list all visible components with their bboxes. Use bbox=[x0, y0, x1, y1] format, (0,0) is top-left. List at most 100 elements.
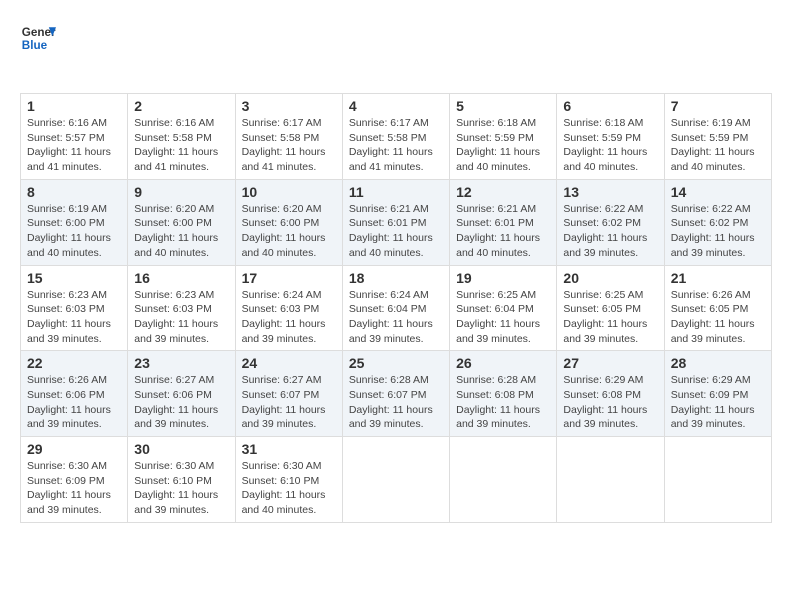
day-number: 24 bbox=[242, 355, 336, 371]
day-cell-22: 22 Sunrise: 6:26 AM Sunset: 6:06 PM Dayl… bbox=[21, 351, 128, 437]
week-row-4: 22 Sunrise: 6:26 AM Sunset: 6:06 PM Dayl… bbox=[21, 351, 772, 437]
day-info: Sunrise: 6:18 AM Sunset: 5:59 PM Dayligh… bbox=[563, 116, 657, 175]
day-info: Sunrise: 6:16 AM Sunset: 5:57 PM Dayligh… bbox=[27, 116, 121, 175]
day-info: Sunrise: 6:17 AM Sunset: 5:58 PM Dayligh… bbox=[349, 116, 443, 175]
header-row: SundayMondayTuesdayWednesdayThursdayFrid… bbox=[21, 66, 772, 94]
day-info: Sunrise: 6:23 AM Sunset: 6:03 PM Dayligh… bbox=[134, 288, 228, 347]
day-number: 23 bbox=[134, 355, 228, 371]
day-cell-17: 17 Sunrise: 6:24 AM Sunset: 6:03 PM Dayl… bbox=[235, 265, 342, 351]
day-number: 27 bbox=[563, 355, 657, 371]
column-header-sunday: Sunday bbox=[21, 66, 128, 94]
empty-cell bbox=[557, 437, 664, 523]
day-cell-14: 14 Sunrise: 6:22 AM Sunset: 6:02 PM Dayl… bbox=[664, 179, 771, 265]
day-number: 6 bbox=[563, 98, 657, 114]
day-info: Sunrise: 6:30 AM Sunset: 6:09 PM Dayligh… bbox=[27, 459, 121, 518]
week-row-2: 8 Sunrise: 6:19 AM Sunset: 6:00 PM Dayli… bbox=[21, 179, 772, 265]
logo: General Blue bbox=[20, 20, 56, 56]
day-number: 21 bbox=[671, 270, 765, 286]
day-number: 19 bbox=[456, 270, 550, 286]
day-cell-7: 7 Sunrise: 6:19 AM Sunset: 5:59 PM Dayli… bbox=[664, 94, 771, 180]
day-info: Sunrise: 6:25 AM Sunset: 6:05 PM Dayligh… bbox=[563, 288, 657, 347]
day-number: 22 bbox=[27, 355, 121, 371]
day-number: 13 bbox=[563, 184, 657, 200]
day-number: 12 bbox=[456, 184, 550, 200]
day-number: 3 bbox=[242, 98, 336, 114]
day-cell-20: 20 Sunrise: 6:25 AM Sunset: 6:05 PM Dayl… bbox=[557, 265, 664, 351]
day-cell-2: 2 Sunrise: 6:16 AM Sunset: 5:58 PM Dayli… bbox=[128, 94, 235, 180]
column-header-monday: Monday bbox=[128, 66, 235, 94]
day-cell-12: 12 Sunrise: 6:21 AM Sunset: 6:01 PM Dayl… bbox=[450, 179, 557, 265]
day-number: 26 bbox=[456, 355, 550, 371]
day-info: Sunrise: 6:20 AM Sunset: 6:00 PM Dayligh… bbox=[242, 202, 336, 261]
day-cell-1: 1 Sunrise: 6:16 AM Sunset: 5:57 PM Dayli… bbox=[21, 94, 128, 180]
day-cell-24: 24 Sunrise: 6:27 AM Sunset: 6:07 PM Dayl… bbox=[235, 351, 342, 437]
day-info: Sunrise: 6:20 AM Sunset: 6:00 PM Dayligh… bbox=[134, 202, 228, 261]
day-number: 8 bbox=[27, 184, 121, 200]
day-number: 7 bbox=[671, 98, 765, 114]
column-header-saturday: Saturday bbox=[664, 66, 771, 94]
day-number: 14 bbox=[671, 184, 765, 200]
day-cell-31: 31 Sunrise: 6:30 AM Sunset: 6:10 PM Dayl… bbox=[235, 437, 342, 523]
day-cell-29: 29 Sunrise: 6:30 AM Sunset: 6:09 PM Dayl… bbox=[21, 437, 128, 523]
day-cell-5: 5 Sunrise: 6:18 AM Sunset: 5:59 PM Dayli… bbox=[450, 94, 557, 180]
day-cell-18: 18 Sunrise: 6:24 AM Sunset: 6:04 PM Dayl… bbox=[342, 265, 449, 351]
day-info: Sunrise: 6:27 AM Sunset: 6:06 PM Dayligh… bbox=[134, 373, 228, 432]
day-cell-30: 30 Sunrise: 6:30 AM Sunset: 6:10 PM Dayl… bbox=[128, 437, 235, 523]
day-info: Sunrise: 6:19 AM Sunset: 6:00 PM Dayligh… bbox=[27, 202, 121, 261]
day-info: Sunrise: 6:24 AM Sunset: 6:03 PM Dayligh… bbox=[242, 288, 336, 347]
day-info: Sunrise: 6:30 AM Sunset: 6:10 PM Dayligh… bbox=[242, 459, 336, 518]
day-number: 29 bbox=[27, 441, 121, 457]
day-info: Sunrise: 6:28 AM Sunset: 6:07 PM Dayligh… bbox=[349, 373, 443, 432]
day-cell-25: 25 Sunrise: 6:28 AM Sunset: 6:07 PM Dayl… bbox=[342, 351, 449, 437]
day-info: Sunrise: 6:25 AM Sunset: 6:04 PM Dayligh… bbox=[456, 288, 550, 347]
day-info: Sunrise: 6:19 AM Sunset: 5:59 PM Dayligh… bbox=[671, 116, 765, 175]
day-number: 10 bbox=[242, 184, 336, 200]
day-number: 1 bbox=[27, 98, 121, 114]
day-cell-11: 11 Sunrise: 6:21 AM Sunset: 6:01 PM Dayl… bbox=[342, 179, 449, 265]
day-number: 25 bbox=[349, 355, 443, 371]
day-number: 11 bbox=[349, 184, 443, 200]
day-info: Sunrise: 6:26 AM Sunset: 6:06 PM Dayligh… bbox=[27, 373, 121, 432]
svg-text:Blue: Blue bbox=[22, 39, 48, 52]
day-number: 5 bbox=[456, 98, 550, 114]
day-info: Sunrise: 6:18 AM Sunset: 5:59 PM Dayligh… bbox=[456, 116, 550, 175]
day-info: Sunrise: 6:16 AM Sunset: 5:58 PM Dayligh… bbox=[134, 116, 228, 175]
day-info: Sunrise: 6:30 AM Sunset: 6:10 PM Dayligh… bbox=[134, 459, 228, 518]
day-number: 18 bbox=[349, 270, 443, 286]
empty-cell bbox=[664, 437, 771, 523]
day-cell-10: 10 Sunrise: 6:20 AM Sunset: 6:00 PM Dayl… bbox=[235, 179, 342, 265]
day-cell-23: 23 Sunrise: 6:27 AM Sunset: 6:06 PM Dayl… bbox=[128, 351, 235, 437]
day-cell-16: 16 Sunrise: 6:23 AM Sunset: 6:03 PM Dayl… bbox=[128, 265, 235, 351]
day-cell-19: 19 Sunrise: 6:25 AM Sunset: 6:04 PM Dayl… bbox=[450, 265, 557, 351]
day-info: Sunrise: 6:24 AM Sunset: 6:04 PM Dayligh… bbox=[349, 288, 443, 347]
week-row-3: 15 Sunrise: 6:23 AM Sunset: 6:03 PM Dayl… bbox=[21, 265, 772, 351]
day-cell-6: 6 Sunrise: 6:18 AM Sunset: 5:59 PM Dayli… bbox=[557, 94, 664, 180]
day-number: 28 bbox=[671, 355, 765, 371]
day-cell-9: 9 Sunrise: 6:20 AM Sunset: 6:00 PM Dayli… bbox=[128, 179, 235, 265]
day-cell-8: 8 Sunrise: 6:19 AM Sunset: 6:00 PM Dayli… bbox=[21, 179, 128, 265]
page-header: General Blue bbox=[20, 20, 772, 56]
day-number: 17 bbox=[242, 270, 336, 286]
calendar-table: SundayMondayTuesdayWednesdayThursdayFrid… bbox=[20, 66, 772, 523]
day-info: Sunrise: 6:17 AM Sunset: 5:58 PM Dayligh… bbox=[242, 116, 336, 175]
day-cell-28: 28 Sunrise: 6:29 AM Sunset: 6:09 PM Dayl… bbox=[664, 351, 771, 437]
day-cell-21: 21 Sunrise: 6:26 AM Sunset: 6:05 PM Dayl… bbox=[664, 265, 771, 351]
empty-cell bbox=[450, 437, 557, 523]
day-number: 20 bbox=[563, 270, 657, 286]
day-number: 30 bbox=[134, 441, 228, 457]
day-number: 4 bbox=[349, 98, 443, 114]
day-number: 15 bbox=[27, 270, 121, 286]
day-number: 9 bbox=[134, 184, 228, 200]
week-row-5: 29 Sunrise: 6:30 AM Sunset: 6:09 PM Dayl… bbox=[21, 437, 772, 523]
day-cell-3: 3 Sunrise: 6:17 AM Sunset: 5:58 PM Dayli… bbox=[235, 94, 342, 180]
column-header-wednesday: Wednesday bbox=[342, 66, 449, 94]
day-cell-4: 4 Sunrise: 6:17 AM Sunset: 5:58 PM Dayli… bbox=[342, 94, 449, 180]
day-cell-13: 13 Sunrise: 6:22 AM Sunset: 6:02 PM Dayl… bbox=[557, 179, 664, 265]
day-info: Sunrise: 6:22 AM Sunset: 6:02 PM Dayligh… bbox=[671, 202, 765, 261]
day-number: 16 bbox=[134, 270, 228, 286]
day-number: 31 bbox=[242, 441, 336, 457]
day-info: Sunrise: 6:29 AM Sunset: 6:09 PM Dayligh… bbox=[671, 373, 765, 432]
day-info: Sunrise: 6:26 AM Sunset: 6:05 PM Dayligh… bbox=[671, 288, 765, 347]
day-info: Sunrise: 6:21 AM Sunset: 6:01 PM Dayligh… bbox=[456, 202, 550, 261]
day-number: 2 bbox=[134, 98, 228, 114]
